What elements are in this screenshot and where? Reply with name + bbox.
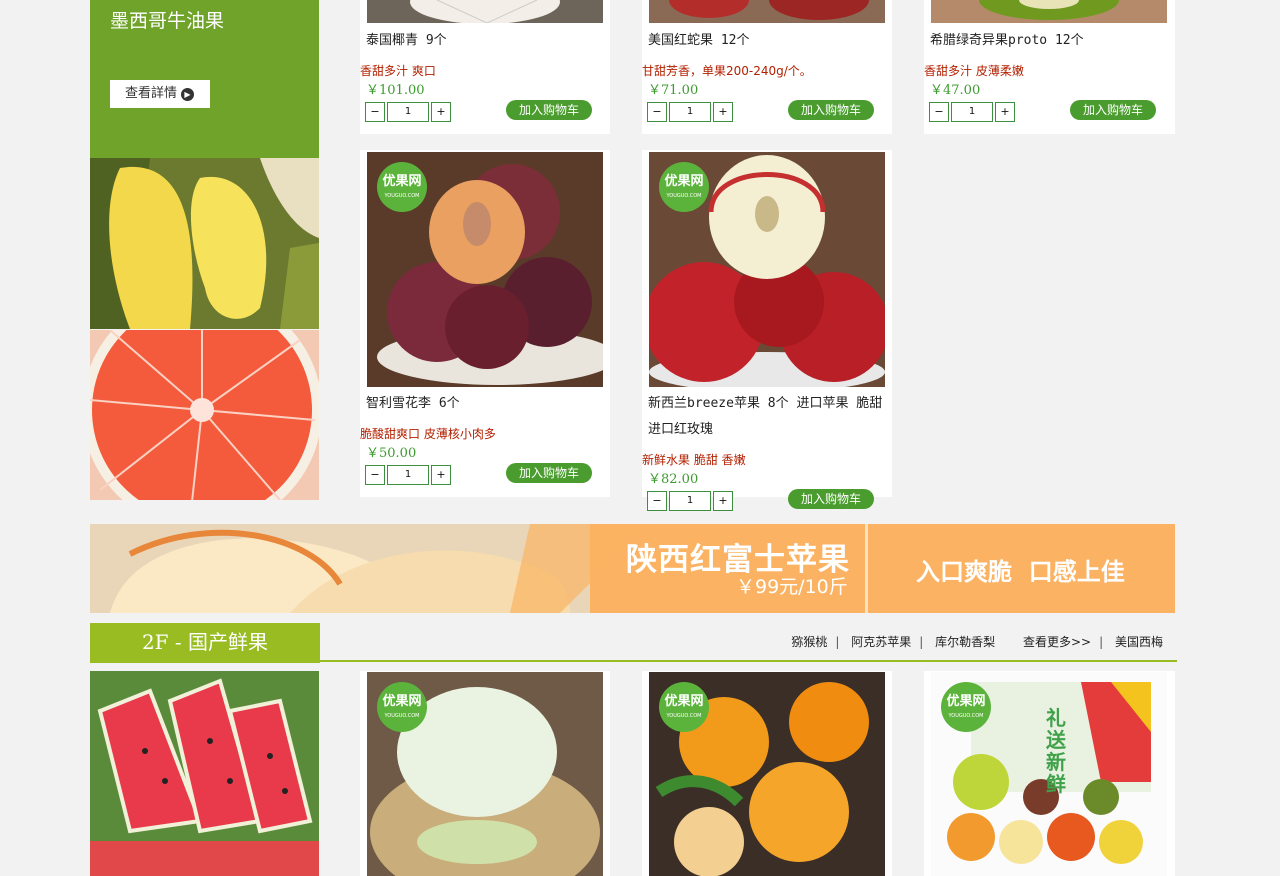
floor-link-us-prune[interactable]: 美国西梅: [1115, 635, 1163, 649]
product-card: 礼送新鲜 优果网 YOUGUO.COM: [924, 671, 1175, 876]
product-image-plum[interactable]: 优果网 YOUGUO.COM: [367, 152, 603, 387]
floor-link-kiwifruit[interactable]: 猕猴桃: [791, 635, 827, 649]
brand-logo: 优果网 YOUGUO.COM: [377, 682, 427, 732]
minus-button[interactable]: −: [647, 491, 667, 511]
product-name[interactable]: 智利雪花李 6个: [366, 391, 460, 417]
product-price: ￥47.00: [930, 83, 981, 98]
view-details-button[interactable]: 查看詳情 ▶: [110, 80, 210, 108]
product-price: ￥50.00: [366, 446, 417, 461]
product-desc: 香甜多汁 爽口: [360, 64, 436, 78]
product-name-line2[interactable]: 进口红玫瑰: [648, 417, 713, 443]
quantity-input[interactable]: 1: [951, 102, 993, 122]
product-image-orange[interactable]: 优果网 YOUGUO.COM: [649, 672, 885, 876]
product-desc: 香甜多汁 皮薄柔嫩: [924, 64, 1024, 78]
durian-image[interactable]: [90, 158, 319, 329]
grapefruit-image[interactable]: [90, 330, 319, 500]
product-desc: 甘甜芳香，单果200-240g/个。: [642, 64, 812, 78]
promo-banner[interactable]: 陕西红富士苹果 ￥99元/10斤 入口爽脆 口感上佳: [90, 524, 1175, 613]
product-card: 泰国椰青 9个 香甜多汁 爽口 ￥101.00 − 1 + 加入购物车: [360, 0, 610, 134]
view-details-label: 查看詳情: [125, 86, 178, 101]
brand-logo: 优果网 YOUGUO.COM: [659, 162, 709, 212]
product-price: ￥71.00: [648, 83, 699, 98]
product-image-kiwi[interactable]: [931, 0, 1167, 23]
product-desc: 脆酸甜爽口 皮薄核小肉多: [360, 427, 496, 441]
product-name[interactable]: 美国红蛇果 12个: [648, 28, 749, 54]
product-card: 优果网 YOUGUO.COM: [642, 671, 892, 876]
product-card: 优果网 YOUGUO.COM 新西兰breeze苹果 8个 进口苹果 脆甜 进口红…: [642, 150, 892, 511]
watermelon-image[interactable]: [90, 671, 319, 876]
brand-logo: 优果网 YOUGUO.COM: [659, 682, 709, 732]
product-card: 美国红蛇果 12个 甘甜芳香，单果200-240g/个。 ￥71.00 − 1 …: [642, 0, 892, 134]
product-image-gift-box[interactable]: 礼送新鲜 优果网 YOUGUO.COM: [931, 672, 1167, 876]
promo-panel: 墨西哥牛油果 查看詳情 ▶: [90, 0, 319, 158]
arrow-right-icon: ▶: [181, 88, 194, 101]
product-image-melon[interactable]: 优果网 YOUGUO.COM: [367, 672, 603, 876]
brand-logo: 优果网 YOUGUO.COM: [377, 162, 427, 212]
floor-link-view-more[interactable]: 查看更多>>: [1023, 635, 1091, 649]
gift-box-text: 礼送新鲜: [1046, 706, 1066, 796]
plus-button[interactable]: +: [995, 102, 1015, 122]
quantity-input[interactable]: 1: [669, 102, 711, 122]
add-to-cart-button[interactable]: 加入购物车: [1070, 100, 1156, 120]
banner-slogan: 入口爽脆 口感上佳: [916, 558, 1125, 586]
floor-header: 2F - 国产鲜果 猕猴桃 | 阿克苏苹果 | 库尔勒香梨 查看更多>> | 美国西梅: [90, 623, 1177, 663]
product-card: 优果网 YOUGUO.COM 智利雪花李 6个 脆酸甜爽口 皮薄核小肉多 ￥50.…: [360, 150, 610, 497]
product-price: ￥82.00: [648, 472, 699, 487]
add-to-cart-button[interactable]: 加入购物车: [788, 100, 874, 120]
product-desc: 新鲜水果 脆甜 香嫩: [642, 453, 746, 467]
minus-button[interactable]: −: [647, 102, 667, 122]
plus-button[interactable]: +: [431, 102, 451, 122]
product-name[interactable]: 泰国椰青 9个: [366, 28, 447, 54]
product-image-red-apple[interactable]: [649, 0, 885, 23]
quantity-input[interactable]: 1: [669, 491, 711, 511]
product-card: 希腊绿奇异果proto 12个 香甜多汁 皮薄柔嫩 ￥47.00 − 1 + 加…: [924, 0, 1175, 134]
floor-link-aksu-apple[interactable]: 阿克苏苹果: [851, 635, 911, 649]
product-price: ￥101.00: [366, 83, 425, 98]
minus-button[interactable]: −: [929, 102, 949, 122]
minus-button[interactable]: −: [365, 465, 385, 485]
promo-title: 墨西哥牛油果: [110, 10, 225, 32]
brand-logo: 优果网 YOUGUO.COM: [941, 682, 991, 732]
product-card: 优果网 YOUGUO.COM: [360, 671, 610, 876]
product-image-coconut[interactable]: [367, 0, 603, 23]
quantity-input[interactable]: 1: [387, 465, 429, 485]
product-name-line1[interactable]: 新西兰breeze苹果 8个 进口苹果 脆甜: [648, 391, 882, 417]
banner-price: ￥99元/10斤: [736, 576, 848, 598]
plus-button[interactable]: +: [431, 465, 451, 485]
add-to-cart-button[interactable]: 加入购物车: [788, 489, 874, 509]
floor-link-korla-pear[interactable]: 库尔勒香梨: [935, 635, 995, 649]
add-to-cart-button[interactable]: 加入购物车: [506, 100, 592, 120]
product-name[interactable]: 希腊绿奇异果proto 12个: [930, 28, 1084, 54]
add-to-cart-button[interactable]: 加入购物车: [506, 463, 592, 483]
floor-links: 猕猴桃 | 阿克苏苹果 | 库尔勒香梨 查看更多>> | 美国西梅: [791, 635, 1163, 649]
floor-title: 2F - 国产鲜果: [90, 623, 320, 663]
plus-button[interactable]: +: [713, 491, 733, 511]
minus-button[interactable]: −: [365, 102, 385, 122]
quantity-input[interactable]: 1: [387, 102, 429, 122]
plus-button[interactable]: +: [713, 102, 733, 122]
product-image-breeze-apple[interactable]: 优果网 YOUGUO.COM: [649, 152, 885, 387]
